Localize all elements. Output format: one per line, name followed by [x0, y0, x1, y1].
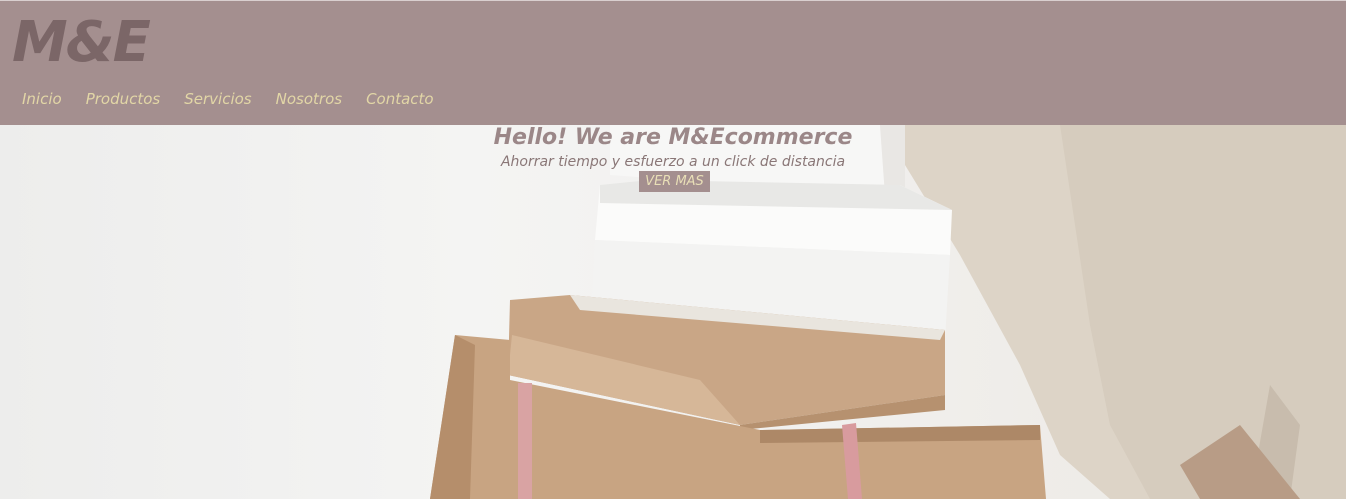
hero-subtitle: Ahorrar tiempo y esfuerzo a un click de … — [500, 154, 846, 170]
nav-item-servicios[interactable]: Servicios — [184, 90, 251, 108]
nav-item-contacto[interactable]: Contacto — [366, 90, 434, 108]
ver-mas-button[interactable]: VER MAS — [639, 171, 710, 192]
nav-item-nosotros[interactable]: Nosotros — [276, 90, 342, 108]
main-nav: Inicio Productos Servicios Nosotros Cont… — [22, 90, 434, 108]
hero-title: Hello! We are M&Ecommerce — [493, 125, 853, 150]
site-logo[interactable]: M&E — [12, 15, 151, 71]
hero-section: Hello! We are M&Ecommerce Ahorrar tiempo… — [0, 125, 1346, 499]
site-header: M&E Inicio Productos Servicios Nosotros … — [0, 0, 1346, 125]
nav-item-productos[interactable]: Productos — [86, 90, 161, 108]
nav-item-inicio[interactable]: Inicio — [22, 90, 62, 108]
